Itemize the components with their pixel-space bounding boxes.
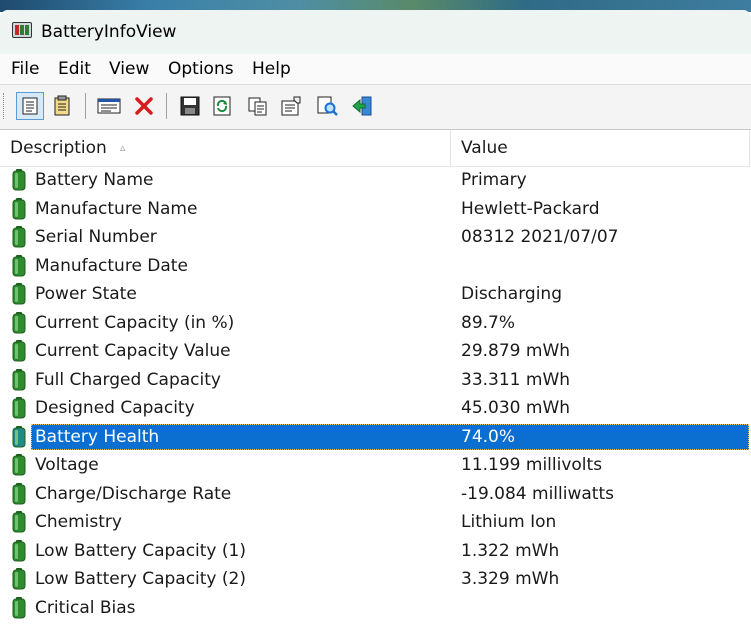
row-value: 45.030 mWh xyxy=(461,398,571,418)
row-value: 3.329 mWh xyxy=(461,569,560,589)
column-header-value[interactable]: Value xyxy=(451,130,750,166)
battery-icon xyxy=(12,539,26,562)
menu-bar: File Edit View Options Help xyxy=(0,54,751,84)
menu-edit[interactable]: Edit xyxy=(58,58,91,80)
row-value: 11.199 millivolts xyxy=(461,455,603,475)
table-row[interactable]: Current Capacity (in %) 89.7% xyxy=(0,309,751,338)
row-description: Manufacture Name xyxy=(35,198,198,219)
column-header-description[interactable]: Description ▵ xyxy=(0,130,451,166)
details-view-icon[interactable] xyxy=(48,92,76,120)
properties-icon[interactable] xyxy=(278,92,306,120)
table-row[interactable]: Manufacture Date xyxy=(0,252,751,281)
table-row[interactable]: Battery Name Primary xyxy=(0,166,751,195)
battery-icon xyxy=(12,368,26,391)
row-value: 74.0% xyxy=(461,426,516,447)
table-row[interactable]: Serial Number 08312 2021/07/07 xyxy=(0,223,751,252)
battery-icon xyxy=(12,311,26,334)
toolbar-separator xyxy=(166,93,167,119)
battery-icon xyxy=(12,397,26,419)
title-bar[interactable]: BatteryInfoView xyxy=(0,10,751,54)
table-row[interactable]: Chemistry Lithium Ion xyxy=(0,508,751,537)
menu-help[interactable]: Help xyxy=(252,58,291,80)
toolbar xyxy=(0,84,751,129)
table-row[interactable]: Battery Health 74.0% xyxy=(0,423,751,452)
sort-ascending-icon: ▵ xyxy=(120,141,126,154)
table-row[interactable]: Charge/Discharge Rate -19.084 milliwatts xyxy=(0,480,751,509)
properties-view-icon[interactable] xyxy=(16,92,44,120)
table-row[interactable]: Power State Discharging xyxy=(0,280,751,309)
row-description: Chemistry xyxy=(35,512,122,532)
table-row[interactable]: Full Charged Capacity 33.311 mWh xyxy=(0,366,751,395)
row-description: Critical Bias xyxy=(35,597,136,618)
battery-icon xyxy=(12,454,26,476)
column-header-value-label: Value xyxy=(461,138,508,158)
menu-file[interactable]: File xyxy=(11,58,39,80)
row-value: Primary xyxy=(461,170,527,190)
row-description: Low Battery Capacity (2) xyxy=(35,569,246,589)
table-row[interactable]: Current Capacity Value 29.879 mWh xyxy=(0,337,751,366)
row-value: 89.7% xyxy=(461,312,516,333)
row-value: Lithium Ion xyxy=(461,512,557,532)
row-value: Hewlett-Packard xyxy=(461,198,600,219)
window-title: BatteryInfoView xyxy=(41,22,177,42)
battery-icon xyxy=(12,340,26,362)
table-row[interactable]: Critical Bias xyxy=(0,594,751,623)
toolbar-grip[interactable] xyxy=(3,93,6,119)
refresh-icon[interactable] xyxy=(208,92,236,120)
row-value: 29.879 mWh xyxy=(461,341,571,361)
battery-icon xyxy=(12,511,26,533)
table-row[interactable]: Manufacture Name Hewlett-Packard xyxy=(0,195,751,224)
table-row[interactable]: Low Battery Capacity (2) 3.329 mWh xyxy=(0,565,751,594)
battery-icon xyxy=(12,169,26,191)
row-description: Full Charged Capacity xyxy=(35,369,221,390)
row-description: Current Capacity Value xyxy=(35,341,231,361)
row-description: Low Battery Capacity (1) xyxy=(35,540,246,561)
row-value: Discharging xyxy=(461,284,562,304)
copy-icon[interactable] xyxy=(244,92,272,120)
battery-icon xyxy=(12,283,26,305)
row-description: Battery Health xyxy=(35,426,160,447)
battery-app-icon xyxy=(12,22,32,38)
row-description: Manufacture Date xyxy=(35,255,188,276)
row-description: Power State xyxy=(35,284,137,304)
row-description: Voltage xyxy=(35,455,99,475)
row-value: -19.084 milliwatts xyxy=(461,483,614,504)
row-description: Current Capacity (in %) xyxy=(35,312,235,333)
list-header: Description ▵ Value xyxy=(0,130,751,167)
table-row[interactable]: Low Battery Capacity (1) 1.322 mWh xyxy=(0,537,751,566)
table-row[interactable]: Voltage 11.199 millivolts xyxy=(0,451,751,480)
html-report-icon[interactable] xyxy=(95,92,123,120)
toolbar-separator xyxy=(85,93,86,119)
row-description: Battery Name xyxy=(35,170,154,190)
app-window: BatteryInfoView File Edit View Options H… xyxy=(0,10,751,625)
save-icon[interactable] xyxy=(176,92,204,120)
delete-icon[interactable] xyxy=(130,92,158,120)
row-description: Designed Capacity xyxy=(35,398,195,418)
battery-icon xyxy=(12,568,26,590)
battery-icon xyxy=(12,425,26,448)
row-description: Charge/Discharge Rate xyxy=(35,483,232,504)
find-icon[interactable] xyxy=(314,92,342,120)
row-description: Serial Number xyxy=(35,227,157,247)
battery-icon xyxy=(12,254,26,277)
column-header-description-label: Description xyxy=(10,138,107,158)
menu-view[interactable]: View xyxy=(109,58,149,80)
battery-icon xyxy=(12,226,26,248)
menu-options[interactable]: Options xyxy=(168,58,234,80)
table-row[interactable]: Designed Capacity 45.030 mWh xyxy=(0,394,751,423)
battery-info-list[interactable]: Description ▵ Value Battery Name Primary M… xyxy=(0,129,751,625)
row-value: 33.311 mWh xyxy=(461,369,571,390)
battery-icon xyxy=(12,482,26,505)
battery-icon xyxy=(12,197,26,220)
exit-icon[interactable] xyxy=(348,92,376,120)
row-value: 1.322 mWh xyxy=(461,540,560,561)
battery-icon xyxy=(12,596,26,619)
row-value: 08312 2021/07/07 xyxy=(461,227,619,247)
rows-container: Battery Name Primary Manufacture Name Hewle… xyxy=(0,166,751,622)
